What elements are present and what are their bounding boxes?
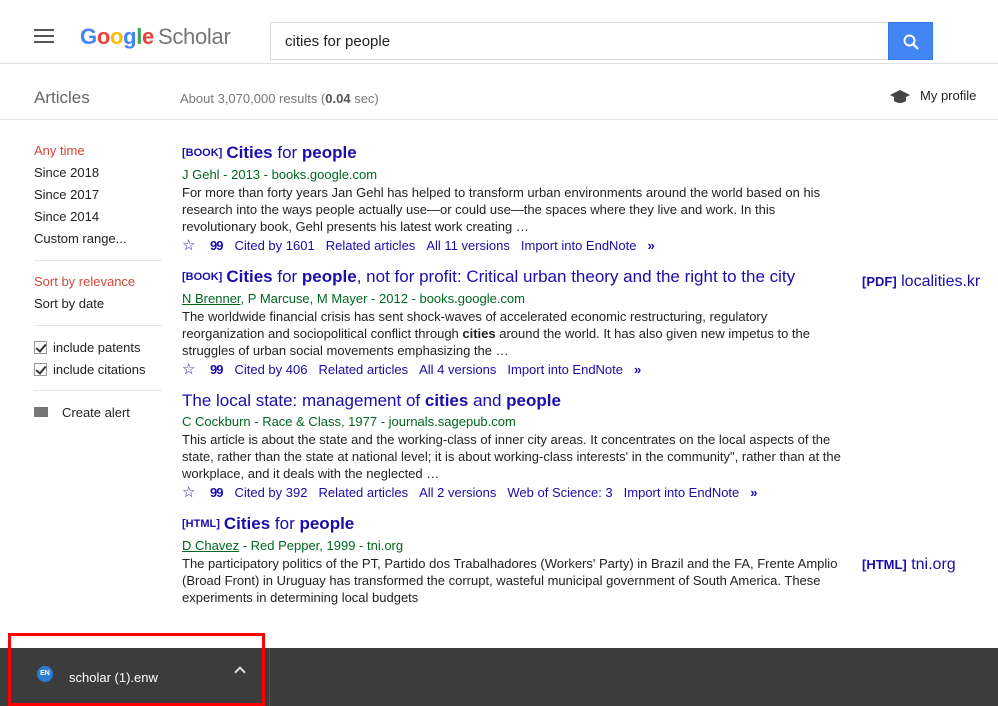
all-versions-link[interactable]: All 11 versions bbox=[426, 236, 510, 256]
search-icon bbox=[903, 34, 919, 50]
result-authors: N Brenner, P Marcuse, M Mayer - 2012 - b… bbox=[182, 291, 525, 306]
side-html-link[interactable]: [HTML] tni.org bbox=[862, 556, 956, 574]
more-chevron-icon[interactable]: » bbox=[634, 360, 641, 380]
scholar-page: Google Scholar cities for people Articles… bbox=[0, 0, 998, 706]
cite-quote-icon[interactable]: 99 bbox=[210, 483, 224, 503]
graduation-cap-icon bbox=[890, 90, 910, 103]
result-authors: J Gehl - 2013 - books.google.com bbox=[182, 167, 378, 182]
my-profile-label: My profile bbox=[920, 88, 977, 103]
more-chevron-icon[interactable]: » bbox=[648, 236, 655, 256]
hamburger-menu-icon[interactable] bbox=[34, 29, 54, 43]
google-scholar-logo[interactable]: Google Scholar bbox=[80, 24, 231, 50]
result-authors: C Cockburn - Race & Class, 1977 - journa… bbox=[182, 414, 516, 429]
header: Google Scholar cities for people bbox=[0, 0, 998, 64]
web-of-science-link[interactable]: Web of Science: 3 bbox=[507, 483, 612, 503]
all-versions-link[interactable]: All 2 versions bbox=[419, 483, 496, 503]
checkbox-checked-icon[interactable] bbox=[34, 362, 47, 376]
result-snippet: This article is about the state and the … bbox=[182, 432, 841, 481]
result-actions: ☆ 99 Cited by 1601 Related articles All … bbox=[182, 236, 842, 256]
result-snippet: For more than forty years Jan Gehl has h… bbox=[182, 185, 821, 234]
related-articles-link[interactable]: Related articles bbox=[318, 483, 408, 503]
related-articles-link[interactable]: Related articles bbox=[326, 236, 416, 256]
result-authors: D Chavez - Red Pepper, 1999 - tni.org bbox=[182, 538, 404, 553]
filter-since-2018[interactable]: Since 2018 bbox=[34, 162, 164, 184]
search-button[interactable] bbox=[888, 22, 933, 60]
subheader: Articles About 3,070,000 results (0.04 s… bbox=[0, 72, 998, 120]
cited-by-link[interactable]: Cited by 392 bbox=[234, 483, 307, 503]
result-item: The local state: management of cities an… bbox=[182, 390, 842, 503]
cited-by-link[interactable]: Cited by 406 bbox=[234, 360, 307, 380]
star-icon[interactable]: ☆ bbox=[182, 236, 196, 256]
filter-any-time[interactable]: Any time bbox=[34, 140, 164, 162]
checkbox-checked-icon[interactable] bbox=[34, 340, 47, 354]
more-chevron-icon[interactable]: » bbox=[750, 483, 757, 503]
endnote-file-icon: EN bbox=[37, 666, 53, 682]
result-title-link[interactable]: [HTML] Cities for people bbox=[182, 513, 842, 535]
filter-custom-range[interactable]: Custom range... bbox=[34, 228, 164, 250]
star-icon[interactable]: ☆ bbox=[182, 360, 196, 380]
divider bbox=[34, 325, 162, 326]
result-title-link[interactable]: [BOOK] Cities for people, not for profit:… bbox=[182, 266, 832, 288]
logo-google: Google bbox=[80, 24, 154, 49]
chevron-up-icon[interactable] bbox=[234, 666, 246, 678]
import-endnote-link[interactable]: Import into EndNote bbox=[521, 236, 637, 256]
all-versions-link[interactable]: All 4 versions bbox=[419, 360, 496, 380]
cited-by-link[interactable]: Cited by 1601 bbox=[234, 236, 314, 256]
result-actions: ☆ 99 Cited by 392 Related articles All 2… bbox=[182, 483, 842, 503]
author-link[interactable]: D Chavez bbox=[182, 538, 239, 553]
divider bbox=[34, 390, 162, 391]
result-item: [BOOK] Cities for people J Gehl - 2013 - … bbox=[182, 142, 842, 256]
result-actions: ☆ 99 Cited by 406 Related articles All 4… bbox=[182, 360, 842, 380]
result-title-link[interactable]: The local state: management of cities an… bbox=[182, 390, 842, 411]
filter-since-2014[interactable]: Since 2014 bbox=[34, 206, 164, 228]
results-list: [BOOK] Cities for people J Gehl - 2013 - … bbox=[182, 142, 842, 616]
download-item[interactable]: EN scholar (1).enw bbox=[0, 648, 270, 706]
result-item: [HTML] Cities for people D Chavez - Red P… bbox=[182, 513, 842, 606]
divider bbox=[34, 260, 162, 261]
create-alert-link[interactable]: Create alert bbox=[34, 401, 164, 423]
sort-by-relevance[interactable]: Sort by relevance bbox=[34, 271, 164, 293]
import-endnote-link[interactable]: Import into EndNote bbox=[507, 360, 623, 380]
results-count: About 3,070,000 results (0.04 sec) bbox=[180, 91, 379, 106]
result-snippet: The worldwide financial crisis has sent … bbox=[182, 309, 810, 358]
download-shelf: EN scholar (1).enw bbox=[0, 648, 998, 706]
download-file-name: scholar (1).enw bbox=[69, 670, 158, 685]
result-title-link[interactable]: [BOOK] Cities for people bbox=[182, 142, 842, 164]
include-citations-checkbox[interactable]: include citations bbox=[34, 358, 164, 380]
result-item: [BOOK] Cities for people, not for profit:… bbox=[182, 266, 842, 380]
side-pdf-link[interactable]: [PDF] localities.kr bbox=[862, 273, 980, 291]
section-title: Articles bbox=[34, 88, 90, 107]
search-input[interactable]: cities for people bbox=[270, 22, 888, 60]
sidebar: Any time Since 2018 Since 2017 Since 201… bbox=[34, 140, 164, 423]
star-icon[interactable]: ☆ bbox=[182, 483, 196, 503]
include-patents-checkbox[interactable]: include patents bbox=[34, 336, 164, 358]
cite-quote-icon[interactable]: 99 bbox=[210, 236, 224, 256]
author-link[interactable]: N Brenner bbox=[182, 291, 241, 306]
filter-since-2017[interactable]: Since 2017 bbox=[34, 184, 164, 206]
result-snippet: The participatory politics of the PT, Pa… bbox=[182, 556, 838, 605]
envelope-icon bbox=[34, 407, 48, 417]
logo-scholar: Scholar bbox=[157, 24, 231, 49]
import-endnote-link[interactable]: Import into EndNote bbox=[624, 483, 740, 503]
cite-quote-icon[interactable]: 99 bbox=[210, 360, 224, 380]
sort-by-date[interactable]: Sort by date bbox=[34, 293, 164, 315]
related-articles-link[interactable]: Related articles bbox=[318, 360, 408, 380]
